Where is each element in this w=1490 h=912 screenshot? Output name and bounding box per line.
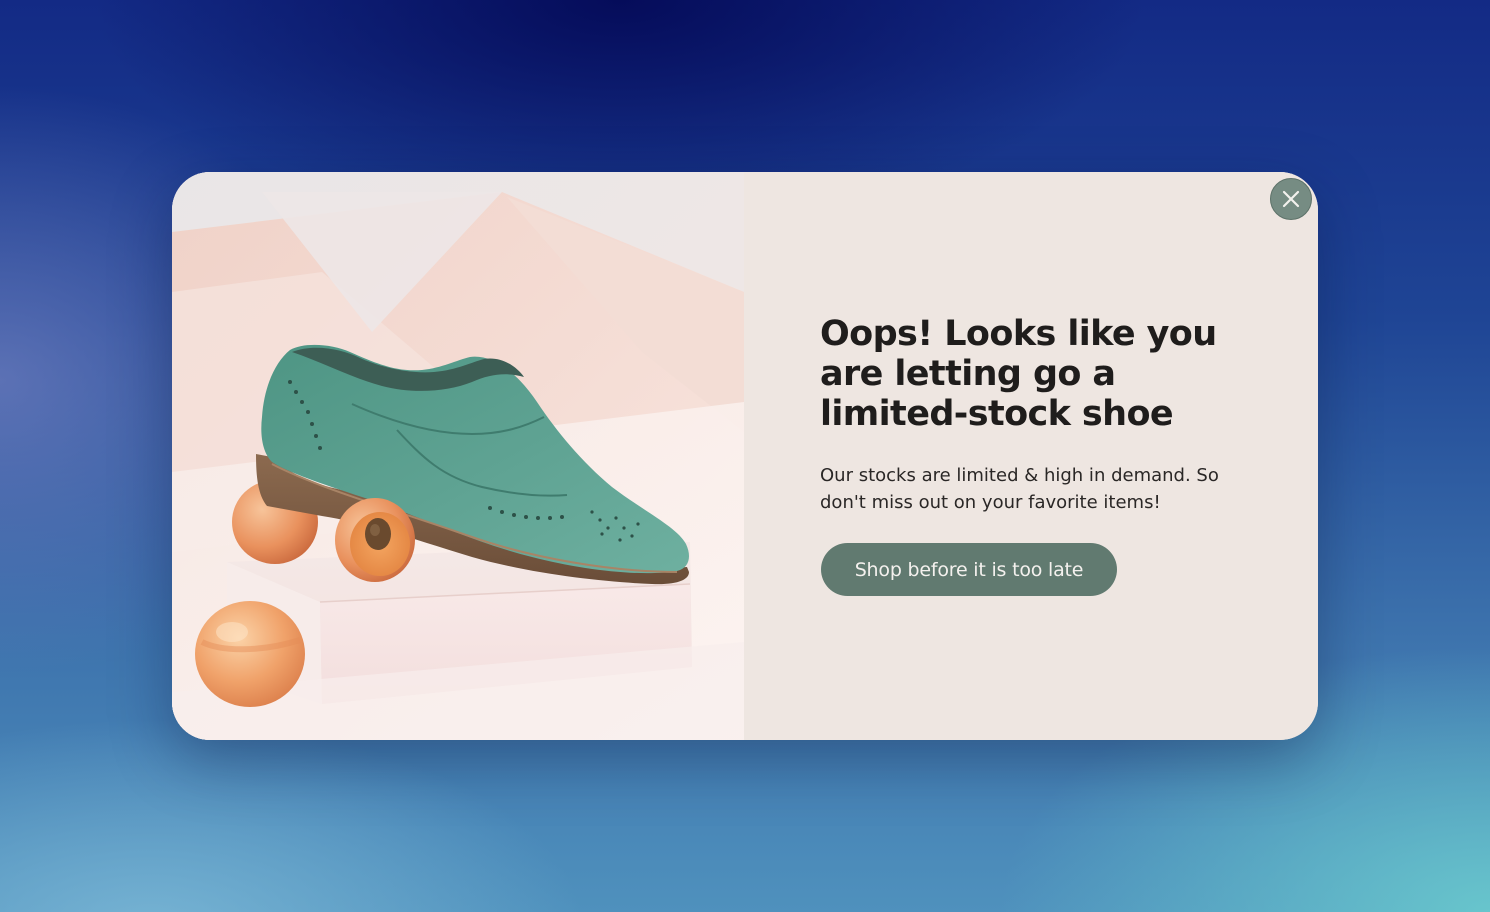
close-icon [1282, 190, 1300, 208]
popup-headline: Oops! Looks like you are letting go a li… [820, 314, 1217, 434]
product-image [172, 172, 744, 740]
close-button[interactable] [1270, 178, 1312, 220]
exit-intent-popup: Oops! Looks like you are letting go a li… [172, 172, 1318, 740]
popup-subtext: Our stocks are limited & high in demand.… [820, 465, 1219, 513]
popup-content: Oops! Looks like you are letting go a li… [744, 172, 1318, 740]
shop-now-button[interactable]: Shop before it is too late [821, 543, 1117, 596]
